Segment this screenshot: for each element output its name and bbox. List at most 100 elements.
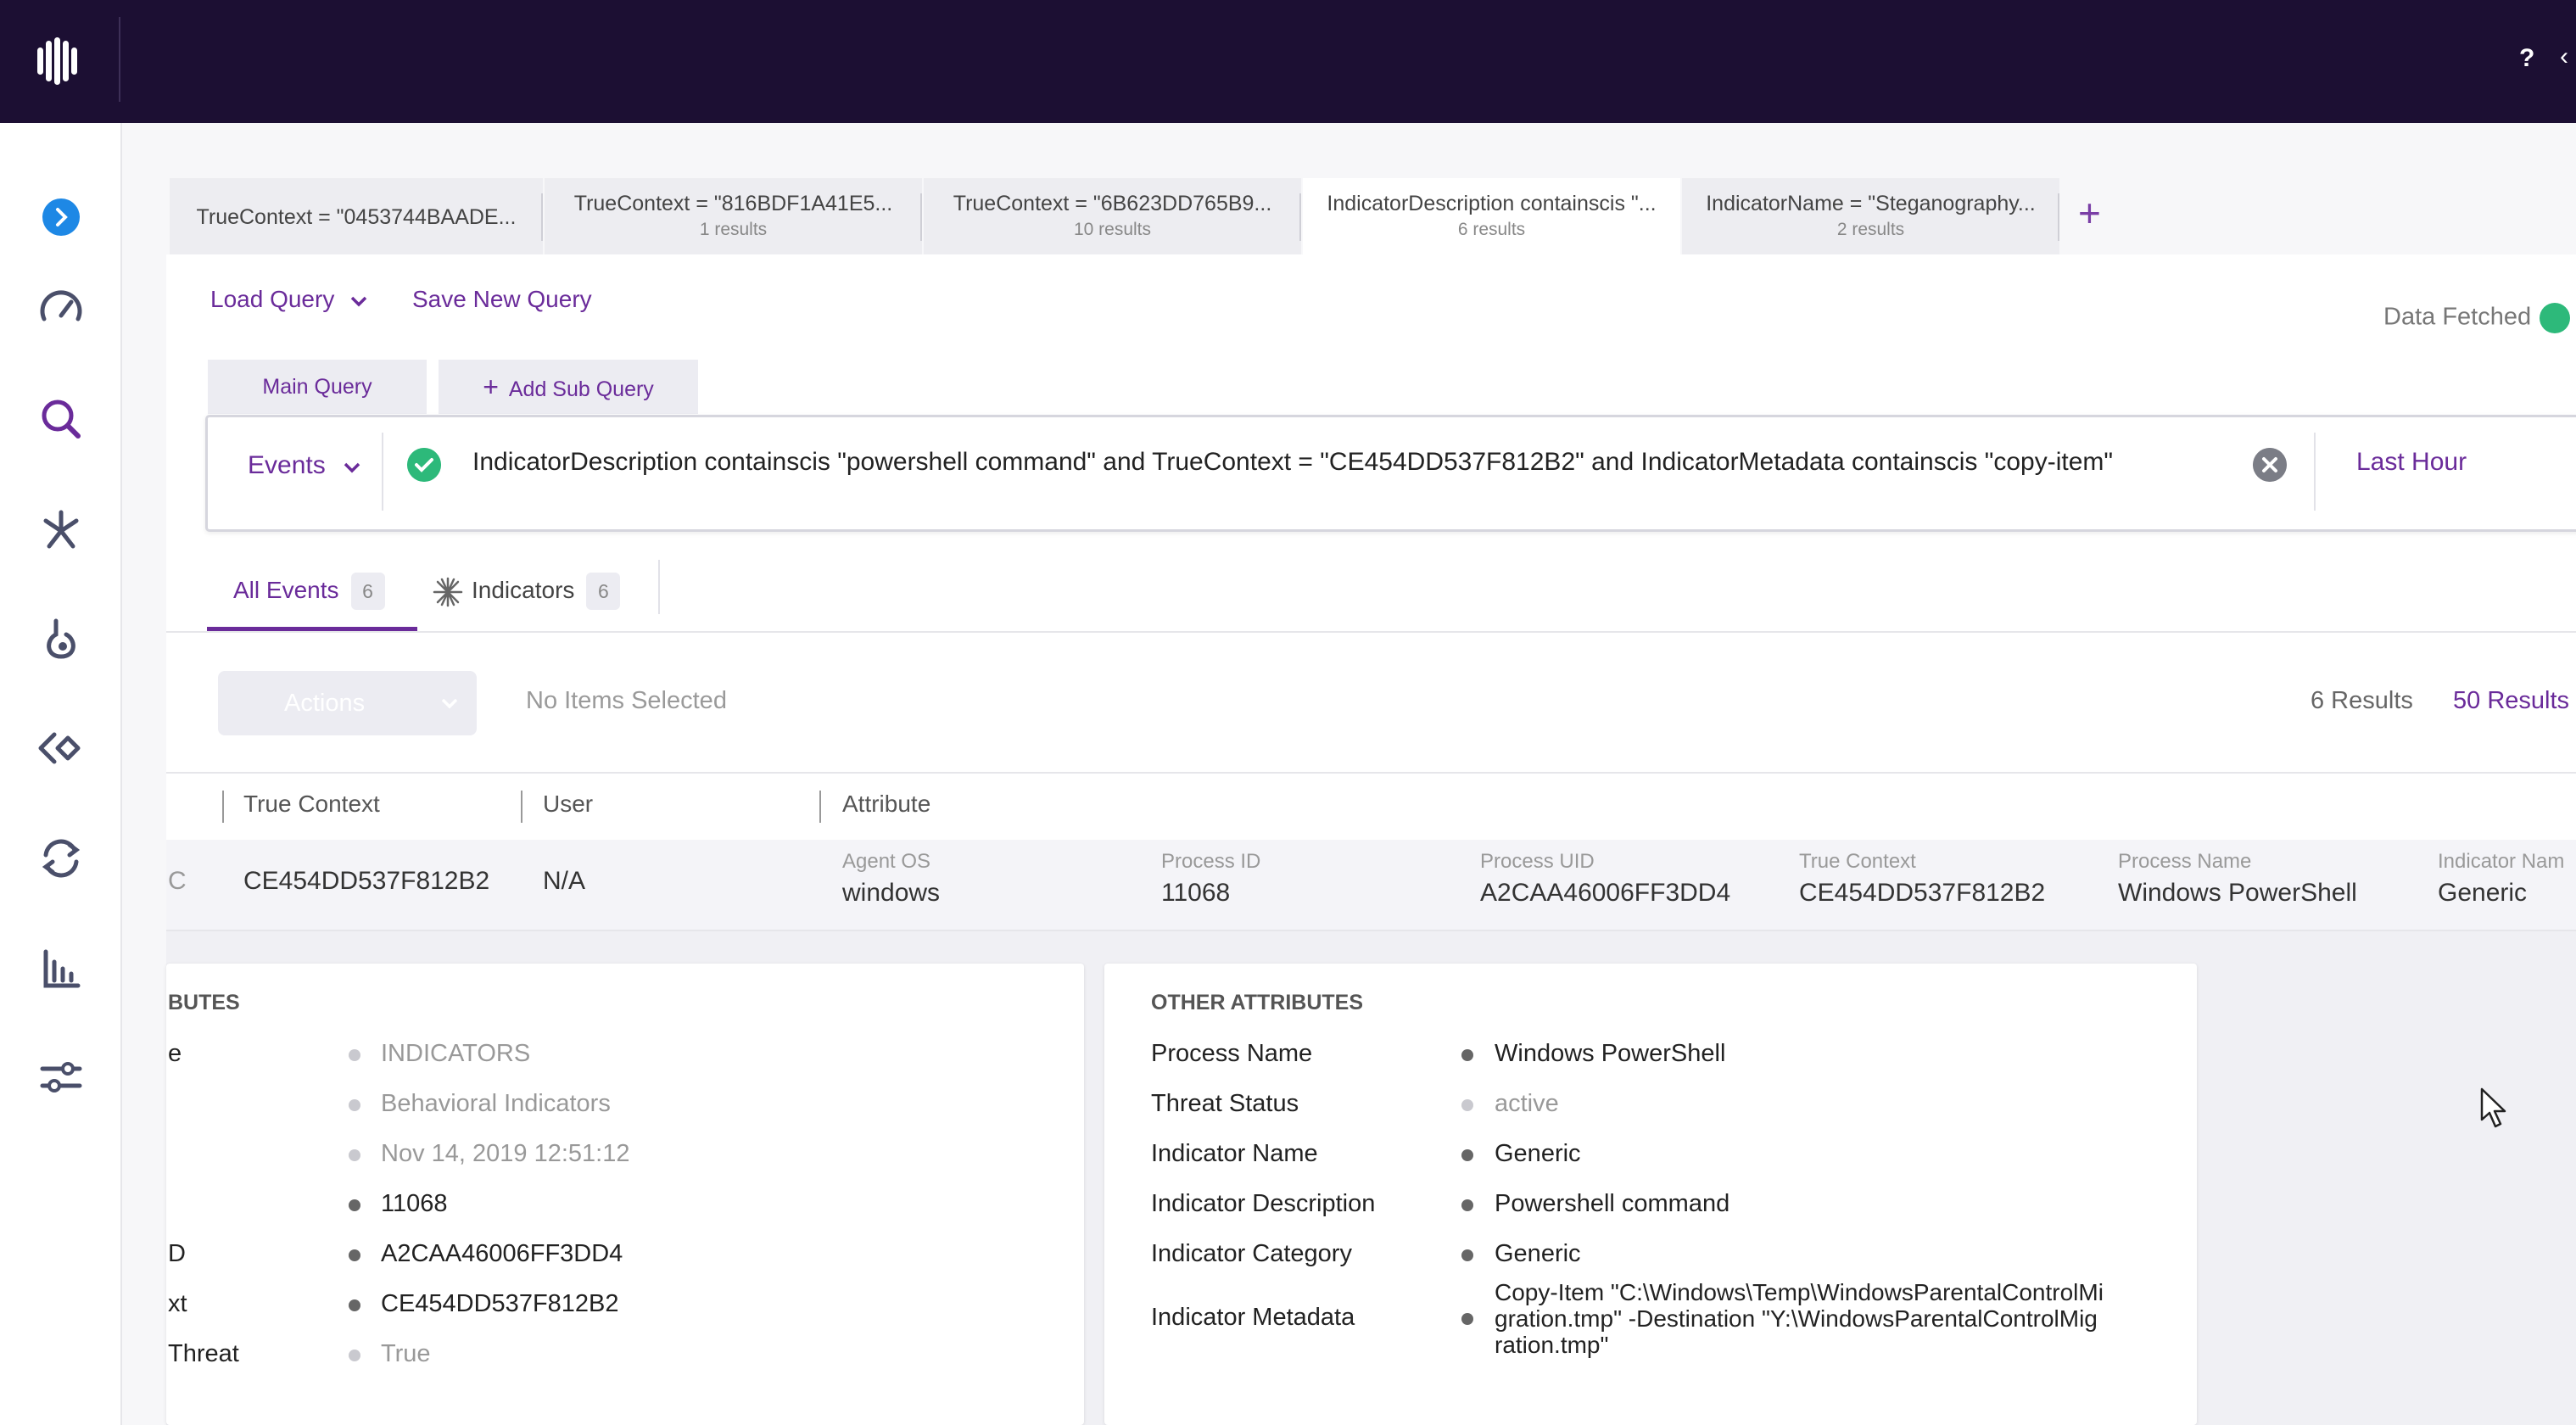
attribute-value: A2CAA46006FF3DD4 (381, 1240, 623, 1267)
attribute-value: 11068 (1161, 879, 1231, 907)
chevron-down-icon (350, 296, 367, 307)
expand-icon[interactable] (34, 190, 88, 244)
flask-icon[interactable] (34, 612, 88, 667)
bullet (1461, 1099, 1473, 1111)
column-header-true-context[interactable]: True Context (243, 791, 380, 818)
sliders-icon[interactable] (34, 1050, 88, 1104)
row-cut-cell: C (168, 867, 187, 895)
add-tab-button[interactable]: + (2078, 193, 2101, 232)
app-logo-icon[interactable] (32, 36, 81, 87)
attribute-label: e (168, 1040, 182, 1067)
count-badge: 6 (586, 573, 621, 610)
attribute-value: CE454DD537F812B2 (1799, 879, 2046, 907)
column-header-user[interactable]: User (543, 791, 593, 818)
diamond-icon[interactable] (34, 721, 88, 775)
query-tab-count: 10 results (1073, 220, 1152, 239)
tab-all-events[interactable]: All Events 6 (233, 573, 385, 610)
card-title: OTHER ATTRIBUTES (1151, 991, 1363, 1014)
attribute-key: Process ID (1161, 850, 1261, 873)
attribute-item: Process ID 11068 (1161, 850, 1260, 908)
actions-dropdown[interactable]: Actions (218, 671, 477, 735)
attribute-label: Threat (168, 1340, 239, 1367)
attribute-value: True (381, 1340, 431, 1367)
tab-all-events-label: All Events (233, 577, 339, 603)
tab-divider (920, 193, 922, 241)
attribute-value: Powershell command (1495, 1190, 1730, 1217)
attribute-value: A2CAA46006FF3DD4 (1480, 879, 1731, 907)
load-query-button[interactable]: Load Query (210, 286, 368, 313)
attribute-item: Agent OS windows (842, 850, 940, 908)
query-tab-active[interactable]: IndicatorDescription containscis "... 6 … (1303, 178, 1680, 254)
bar-chart-icon[interactable] (34, 942, 88, 996)
attribute-key: Process UID (1480, 850, 1595, 873)
clear-query-icon[interactable] (2253, 448, 2287, 482)
save-new-query-button[interactable]: Save New Query (412, 286, 592, 313)
tab-indicators[interactable]: Indicators 6 (431, 573, 621, 610)
page-size-select[interactable]: 50 Results (2453, 687, 2569, 715)
query-tab[interactable]: TrueContext = "0453744BAADE... (170, 178, 543, 254)
attribute-item: Indicator Nam Generic (2438, 850, 2564, 908)
query-tab-count: 6 results (1457, 220, 1526, 239)
mouse-cursor-icon (2480, 1087, 2506, 1128)
attribute-value: active (1495, 1090, 1559, 1117)
attribute-value: Windows PowerShell (2118, 879, 2357, 907)
bullet (349, 1099, 360, 1111)
query-tab[interactable]: TrueContext = "816BDF1A41E5... 1 results (545, 178, 922, 254)
search-icon[interactable] (34, 392, 88, 446)
query-tab[interactable]: IndicatorName = "Steganography... 2 resu… (1682, 178, 2059, 254)
time-range-select[interactable]: Last Hour (2356, 448, 2467, 477)
load-query-label: Load Query (210, 286, 335, 312)
attribute-label: Indicator Category (1151, 1240, 1352, 1267)
check-circle-icon (2540, 303, 2571, 333)
query-tab[interactable]: TrueContext = "6B623DD765B9... 10 result… (924, 178, 1301, 254)
add-sub-query-label: Add Sub Query (508, 377, 654, 401)
attribute-value: Generic (1495, 1240, 1581, 1267)
tab-main-query[interactable]: Main Query (208, 360, 427, 414)
bullet (349, 1249, 360, 1261)
bullet (1461, 1249, 1473, 1261)
attribute-key: Indicator Nam (2438, 850, 2565, 873)
source-select[interactable]: Events (248, 451, 361, 480)
query-tab-title: TrueContext = "816BDF1A41E5... (573, 192, 893, 215)
attribute-key: Process Name (2118, 850, 2252, 873)
chevron-left-icon[interactable]: ‹ (2560, 42, 2568, 71)
attribute-value: Windows PowerShell (1495, 1040, 1726, 1067)
attribute-item: Process UID A2CAA46006FF3DD4 (1480, 850, 1730, 908)
attribute-key: True Context (1799, 850, 1916, 873)
indicator-metadata-value: Copy-Item "C:\Windows\Temp\WindowsParent… (1495, 1279, 2104, 1358)
attributes-card (166, 964, 1084, 1425)
attribute-label: Indicator Metadata (1151, 1304, 1355, 1331)
attribute-value: CE454DD537F812B2 (381, 1290, 619, 1317)
query-input[interactable]: IndicatorDescription containscis "powers… (472, 448, 2113, 477)
topbar-divider (119, 17, 120, 102)
attribute-value: Nov 14, 2019 12:51:12 (381, 1140, 630, 1167)
column-divider (222, 791, 224, 823)
bullet (1461, 1049, 1473, 1061)
selection-status: No Items Selected (526, 687, 727, 714)
sync-icon[interactable] (34, 831, 88, 886)
divider (658, 560, 660, 614)
status-badge: Data Fetched (2383, 303, 2571, 333)
bullet (349, 1199, 360, 1211)
table-header (166, 772, 2576, 841)
divider (166, 631, 2576, 633)
dashboard-icon[interactable] (34, 282, 88, 336)
help-icon[interactable]: ? (2519, 44, 2534, 73)
column-header-attribute[interactable]: Attribute (842, 791, 930, 818)
tab-divider (1299, 193, 1301, 241)
chevron-down-icon (441, 698, 458, 709)
add-sub-query-button[interactable]: + Add Sub Query (439, 360, 698, 414)
attribute-label: Indicator Name (1151, 1140, 1318, 1167)
count-badge: 6 (350, 573, 385, 610)
bullet (1461, 1199, 1473, 1211)
plus-icon: + (483, 372, 499, 402)
attribute-label: Threat Status (1151, 1090, 1299, 1117)
attribute-value: windows (842, 879, 941, 907)
bullet (349, 1049, 360, 1061)
bullet (349, 1299, 360, 1311)
asterisk-icon[interactable] (34, 502, 88, 556)
attribute-value: INDICATORS (381, 1040, 531, 1067)
results-count: 6 Results (2311, 687, 2413, 714)
user-cell: N/A (543, 867, 586, 895)
attribute-value: Generic (2438, 879, 2528, 907)
